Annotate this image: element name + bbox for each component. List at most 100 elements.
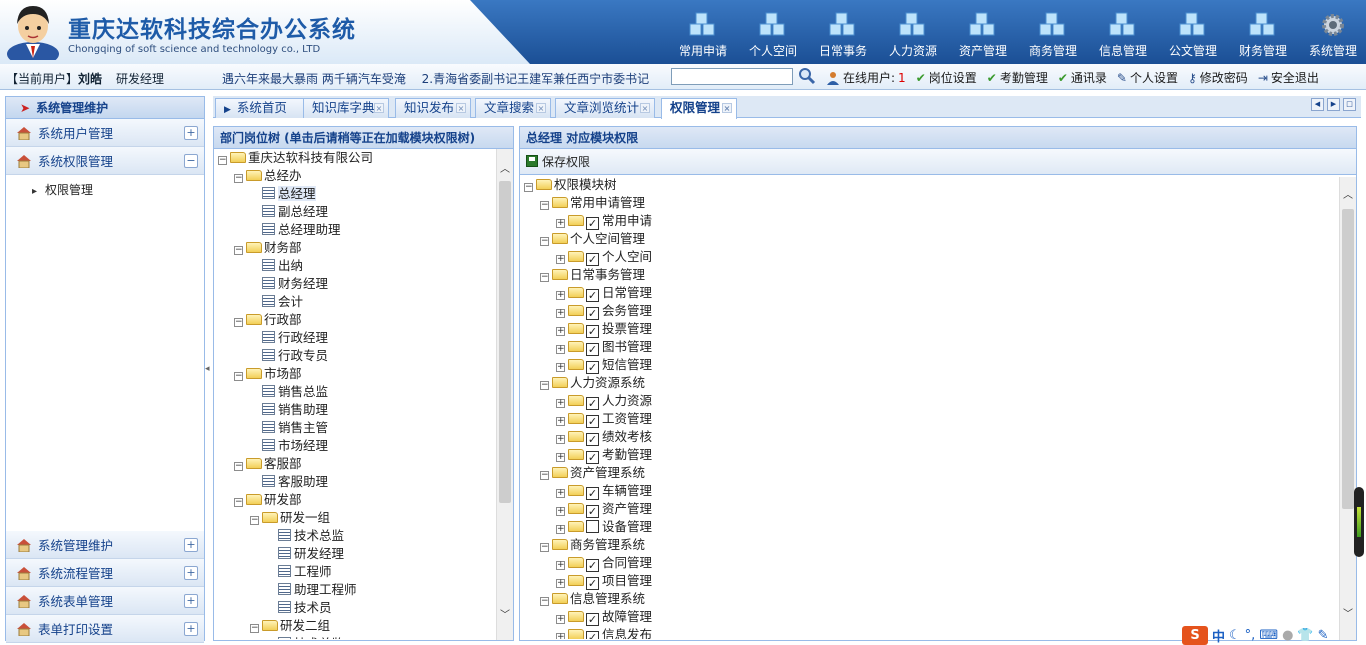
left-scrollbar[interactable]: ︿ ﹀ — [496, 149, 513, 640]
tree-node[interactable]: − 财务部 — [218, 239, 496, 257]
tree-node[interactable]: − 个人空间管理 — [524, 230, 1334, 248]
tree-node[interactable]: − 人力资源系统 — [524, 374, 1334, 392]
sidebar-accordion-item[interactable]: 系统流程管理 + — [6, 559, 204, 587]
tree-node[interactable]: + ✓ 投票管理 — [524, 320, 1334, 338]
expand-icon[interactable]: + — [556, 507, 565, 516]
permission-checkbox[interactable]: ✓ — [586, 343, 599, 356]
nav-item-2[interactable]: 日常事务 — [808, 0, 878, 64]
tree-node[interactable]: 研发经理 — [218, 545, 496, 563]
expand-icon[interactable]: + — [556, 291, 565, 300]
scroll-down-icon[interactable]: ﹀ — [497, 608, 513, 624]
tree-node[interactable]: 出纳 — [218, 257, 496, 275]
collapse-icon[interactable]: − — [250, 516, 259, 525]
permission-checkbox[interactable]: ✓ — [586, 289, 599, 302]
collapse-icon[interactable]: − — [234, 318, 243, 327]
expand-icon[interactable]: + — [556, 363, 565, 372]
tree-node[interactable]: 销售助理 — [218, 401, 496, 419]
news-marquee[interactable]: 遇六年来最大暴雨 两千辆汽车受淹 2.青海省委副书记王建军兼任西宁市委书记 — [222, 70, 654, 87]
expand-icon[interactable]: + — [556, 327, 565, 336]
tree-node[interactable]: 工程师 — [218, 563, 496, 581]
sidebar-item-permission-management[interactable]: 权限管理 — [32, 181, 204, 198]
tree-node[interactable]: − 信息管理系统 — [524, 590, 1334, 608]
change-password-link[interactable]: ⚷ 修改密码 — [1188, 69, 1248, 86]
scroll-up-icon[interactable]: ︿ — [497, 162, 513, 178]
tree-node[interactable]: − 研发部 — [218, 491, 496, 509]
expand-icon[interactable]: + — [556, 633, 565, 639]
save-permission-button[interactable]: 保存权限 — [520, 149, 1356, 175]
tree-node[interactable]: + ✓ 资产管理 — [524, 500, 1334, 518]
tree-node[interactable]: + ✓ 绩效考核 — [524, 428, 1334, 446]
permission-checkbox[interactable]: ✓ — [586, 487, 599, 500]
scroll-down-icon[interactable]: ﹀ — [1340, 607, 1356, 623]
tree-node[interactable]: 总经理助理 — [218, 221, 496, 239]
collapse-icon[interactable]: − — [234, 372, 243, 381]
search-input[interactable] — [671, 68, 793, 85]
tree-node[interactable]: − 总经办 — [218, 167, 496, 185]
nav-item-4[interactable]: 资产管理 — [948, 0, 1018, 64]
tree-node[interactable]: + ✓ 图书管理 — [524, 338, 1334, 356]
post-settings-link[interactable]: ✔ 岗位设置 — [916, 69, 977, 86]
permission-checkbox[interactable]: ✓ — [586, 451, 599, 464]
contacts-link[interactable]: ✔ 通讯录 — [1058, 69, 1107, 86]
tree-node[interactable]: 会计 — [218, 293, 496, 311]
close-icon[interactable]: × — [722, 103, 732, 113]
expand-toggle-icon[interactable]: + — [184, 126, 198, 140]
search-icon[interactable] — [798, 67, 816, 85]
tree-node[interactable]: 行政专员 — [218, 347, 496, 365]
nav-item-0[interactable]: 常用申请 — [668, 0, 738, 64]
expand-icon[interactable]: + — [556, 435, 565, 444]
permission-checkbox[interactable]: ✓ — [586, 397, 599, 410]
permission-checkbox[interactable]: ✓ — [586, 217, 599, 230]
expand-icon[interactable]: + — [556, 417, 565, 426]
tree-node[interactable]: − 商务管理系统 — [524, 536, 1334, 554]
scroll-up-icon[interactable]: ︿ — [1340, 188, 1356, 204]
permission-checkbox[interactable]: ✓ — [586, 361, 599, 374]
tree-node[interactable]: + ✓ 考勤管理 — [524, 446, 1334, 464]
tree-node[interactable]: − 行政部 — [218, 311, 496, 329]
tree-node[interactable]: 销售主管 — [218, 419, 496, 437]
punctuation-icon[interactable]: °, — [1245, 628, 1256, 643]
user-icon[interactable]: ● — [1282, 628, 1293, 643]
tab-2[interactable]: 知识发布 × — [395, 98, 471, 118]
tree-node[interactable]: + ✓ 人力资源 — [524, 392, 1334, 410]
permission-checkbox[interactable]: ✓ — [586, 325, 599, 338]
collapse-icon[interactable]: − — [524, 183, 533, 192]
tree-node[interactable]: 副总经理 — [218, 203, 496, 221]
tree-node[interactable]: − 研发二组 — [218, 617, 496, 635]
tree-node[interactable]: 技术总监 — [218, 527, 496, 545]
permission-checkbox[interactable]: ✓ — [586, 577, 599, 590]
tree-node[interactable]: + ✓ 会务管理 — [524, 302, 1334, 320]
nav-item-3[interactable]: 人力资源 — [878, 0, 948, 64]
personal-settings-link[interactable]: ✎ 个人设置 — [1117, 69, 1178, 86]
news-item[interactable]: 2.青海省委副书记王建军兼任西宁市委书记 — [422, 72, 649, 86]
permission-checkbox[interactable]: ✓ — [586, 613, 599, 626]
keyboard-icon[interactable]: ⌨ — [1259, 628, 1278, 643]
tree-node[interactable]: 销售总监 — [218, 383, 496, 401]
expand-icon[interactable]: + — [556, 579, 565, 588]
sidebar-accordion-item[interactable]: 系统管理维护 + — [6, 531, 204, 559]
right-scrollbar[interactable]: ︿ ﹀ — [1339, 177, 1356, 640]
expand-icon[interactable]: + — [556, 489, 565, 498]
collapse-icon[interactable]: − — [234, 462, 243, 471]
scroll-thumb[interactable] — [1342, 209, 1354, 509]
collapse-icon[interactable]: − — [540, 201, 549, 210]
tree-node[interactable]: − 权限模块树 — [524, 176, 1334, 194]
tree-node[interactable]: 总经理 — [218, 185, 496, 203]
close-icon[interactable]: × — [536, 103, 546, 113]
tree-node[interactable]: − 客服部 — [218, 455, 496, 473]
logout-link[interactable]: ⇥ 安全退出 — [1258, 69, 1319, 86]
tab-1[interactable]: 知识库字典 × — [303, 98, 389, 118]
tree-node[interactable]: − 市场部 — [218, 365, 496, 383]
collapse-icon[interactable]: − — [540, 237, 549, 246]
nav-item-8[interactable]: 财务管理 — [1228, 0, 1298, 64]
online-users-link[interactable]: 在线用户: 1 — [826, 69, 906, 86]
nav-item-9[interactable]: 系统管理 — [1298, 0, 1366, 64]
permission-checkbox[interactable]: ✓ — [586, 253, 599, 266]
ime-logo[interactable]: S — [1182, 626, 1208, 645]
tree-node[interactable]: 行政经理 — [218, 329, 496, 347]
tool-icon[interactable]: ✎ — [1318, 628, 1329, 643]
moon-icon[interactable]: ☾ — [1229, 628, 1241, 643]
scroll-thumb[interactable] — [499, 181, 511, 503]
collapse-icon[interactable]: − — [540, 381, 549, 390]
expand-toggle-icon[interactable]: + — [184, 538, 198, 552]
